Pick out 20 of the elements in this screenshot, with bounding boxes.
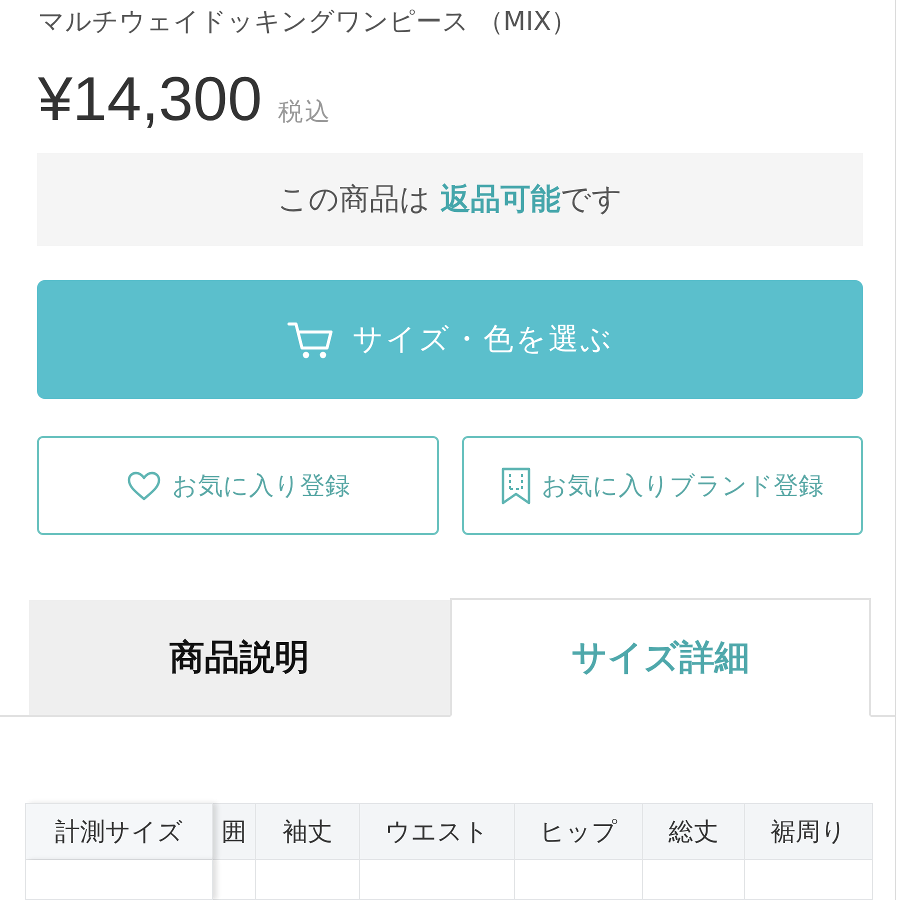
table-header-cell: ヒップ bbox=[515, 803, 643, 860]
table-cell bbox=[213, 860, 256, 900]
bookmark-icon bbox=[501, 466, 532, 504]
tab[interactable]: 商品説明 bbox=[29, 600, 450, 717]
tax-note: 税込 bbox=[278, 96, 332, 128]
table-header-cell: ウエスト bbox=[360, 803, 515, 860]
add-favorite-brand-button[interactable]: お気に入りブランド登録 bbox=[462, 436, 863, 535]
add-favorite-button[interactable]: お気に入り登録 bbox=[37, 436, 438, 535]
table-header-cell: 袖丈 bbox=[256, 803, 360, 860]
table-header-cell: 裾周り bbox=[745, 803, 873, 860]
table-header-cell: 計測サイズ bbox=[25, 803, 213, 860]
tab[interactable]: サイズ詳細 bbox=[450, 598, 871, 717]
cart-icon bbox=[286, 320, 332, 360]
table-header-cell: 総丈 bbox=[643, 803, 745, 860]
return-notice: この商品は 返品可能です bbox=[37, 153, 863, 246]
product-price: ¥14,300 bbox=[38, 65, 262, 135]
table-header-cell: 囲 bbox=[213, 803, 256, 860]
heart-icon bbox=[126, 470, 162, 502]
product-title: マルチウェイドッキングワンピース （MIX） bbox=[38, 6, 578, 39]
select-size-color-button[interactable]: サイズ・色を選ぶ bbox=[37, 280, 863, 399]
